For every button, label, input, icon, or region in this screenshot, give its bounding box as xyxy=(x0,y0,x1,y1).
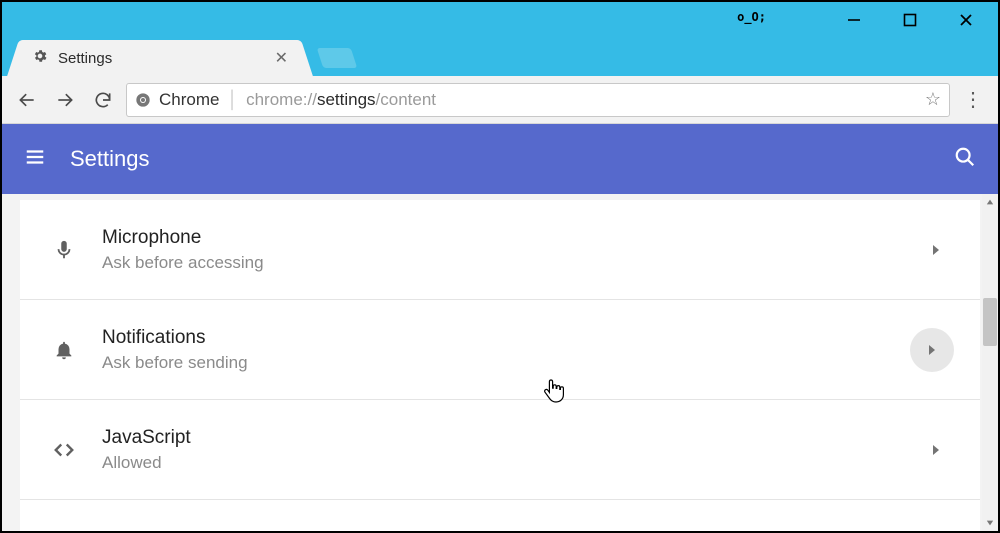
browser-menu-button[interactable]: ⋮ xyxy=(958,85,988,115)
bell-icon xyxy=(44,339,84,361)
reload-button[interactable] xyxy=(88,85,118,115)
row-subtitle: Ask before sending xyxy=(102,353,248,373)
maximize-button[interactable] xyxy=(882,6,938,34)
scroll-up-button[interactable] xyxy=(982,194,998,210)
tab-title: Settings xyxy=(58,50,275,67)
scroll-thumb[interactable] xyxy=(983,298,997,346)
search-icon xyxy=(954,146,976,168)
row-text: Notifications Ask before sending xyxy=(102,327,248,373)
microphone-icon xyxy=(44,239,84,261)
chrome-icon xyxy=(135,92,151,108)
scroll-track[interactable] xyxy=(982,210,998,515)
content-area: Microphone Ask before accessing Notifica… xyxy=(2,194,998,531)
row-subtitle: Allowed xyxy=(102,453,191,473)
page-title: Settings xyxy=(70,146,150,172)
row-title: JavaScript xyxy=(102,427,191,449)
row-notifications[interactable]: Notifications Ask before sending xyxy=(20,300,980,400)
bookmark-star-icon[interactable]: ☆ xyxy=(925,89,941,110)
scroll-down-button[interactable] xyxy=(982,515,998,531)
window-titlebar: o_O; xyxy=(2,2,998,38)
row-text: Microphone Ask before accessing xyxy=(102,227,264,273)
settings-list: Microphone Ask before accessing Notifica… xyxy=(20,200,980,531)
row-title: Notifications xyxy=(102,327,248,349)
browser-tab-settings[interactable]: Settings ✕ xyxy=(20,40,300,76)
browser-toolbar: Chrome │ chrome://settings/content ☆ ⋮ xyxy=(2,76,998,124)
url-display: chrome://settings/content xyxy=(246,90,436,110)
row-text: JavaScript Allowed xyxy=(102,427,191,473)
gear-icon xyxy=(32,48,48,68)
settings-appbar: Settings xyxy=(2,124,998,194)
vertical-scrollbar[interactable] xyxy=(982,194,998,531)
tabstrip: Settings ✕ xyxy=(2,38,998,76)
chevron-right-icon xyxy=(910,328,954,372)
omnibox-separator: │ xyxy=(227,90,238,110)
row-microphone[interactable]: Microphone Ask before accessing xyxy=(20,200,980,300)
forward-button[interactable] xyxy=(50,85,80,115)
row-javascript[interactable]: JavaScript Allowed xyxy=(20,400,980,500)
new-tab-button[interactable] xyxy=(317,48,357,68)
window-caption-extra: o_O; xyxy=(737,10,766,24)
chrome-chip-label: Chrome xyxy=(159,90,219,110)
code-icon xyxy=(44,439,84,461)
close-tab-icon[interactable]: ✕ xyxy=(275,48,288,68)
menu-button[interactable] xyxy=(24,146,46,173)
back-button[interactable] xyxy=(12,85,42,115)
chevron-right-icon xyxy=(918,232,954,268)
close-window-button[interactable] xyxy=(938,6,994,34)
row-subtitle: Ask before accessing xyxy=(102,253,264,273)
kebab-icon: ⋮ xyxy=(963,98,983,102)
minimize-button[interactable] xyxy=(826,6,882,34)
row-title: Microphone xyxy=(102,227,264,249)
search-button[interactable] xyxy=(954,146,976,173)
chrome-chip: Chrome xyxy=(135,90,219,110)
chevron-right-icon xyxy=(918,432,954,468)
address-bar[interactable]: Chrome │ chrome://settings/content ☆ xyxy=(126,83,950,117)
